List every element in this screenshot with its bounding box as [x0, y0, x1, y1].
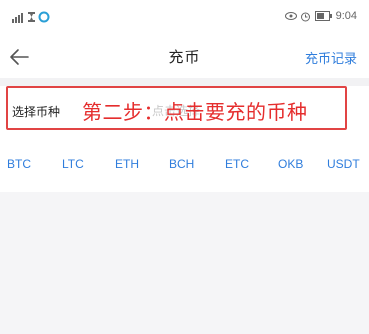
status-bar: 9:04	[0, 0, 369, 36]
coin-btc[interactable]: BTC	[7, 157, 31, 171]
coin-eth[interactable]: ETH	[115, 157, 139, 171]
battery-icon	[314, 11, 332, 22]
nav-bar: 充币 充币记录	[0, 36, 369, 78]
deposit-history-link[interactable]: 充币记录	[305, 48, 357, 67]
status-time: 9:04	[335, 10, 357, 23]
coin-bch[interactable]: BCH	[169, 157, 194, 171]
signal-icon	[12, 11, 50, 23]
status-right: 9:04	[285, 10, 357, 24]
coin-list: BTC LTC ETH BCH ETC OKB USDT	[0, 136, 369, 192]
annotation-text: 第二步：点击要充的币种	[82, 100, 308, 124]
coin-usdt[interactable]: USDT	[327, 157, 360, 171]
coin-etc[interactable]: ETC	[225, 157, 249, 171]
coin-select-label: 选择币种	[12, 105, 61, 119]
coin-ltc[interactable]: LTC	[62, 157, 84, 171]
empty-content-area	[0, 192, 369, 334]
coin-okb[interactable]: OKB	[278, 157, 303, 171]
alarm-icon	[301, 12, 311, 22]
divider	[0, 78, 369, 86]
eye-icon	[285, 12, 298, 21]
